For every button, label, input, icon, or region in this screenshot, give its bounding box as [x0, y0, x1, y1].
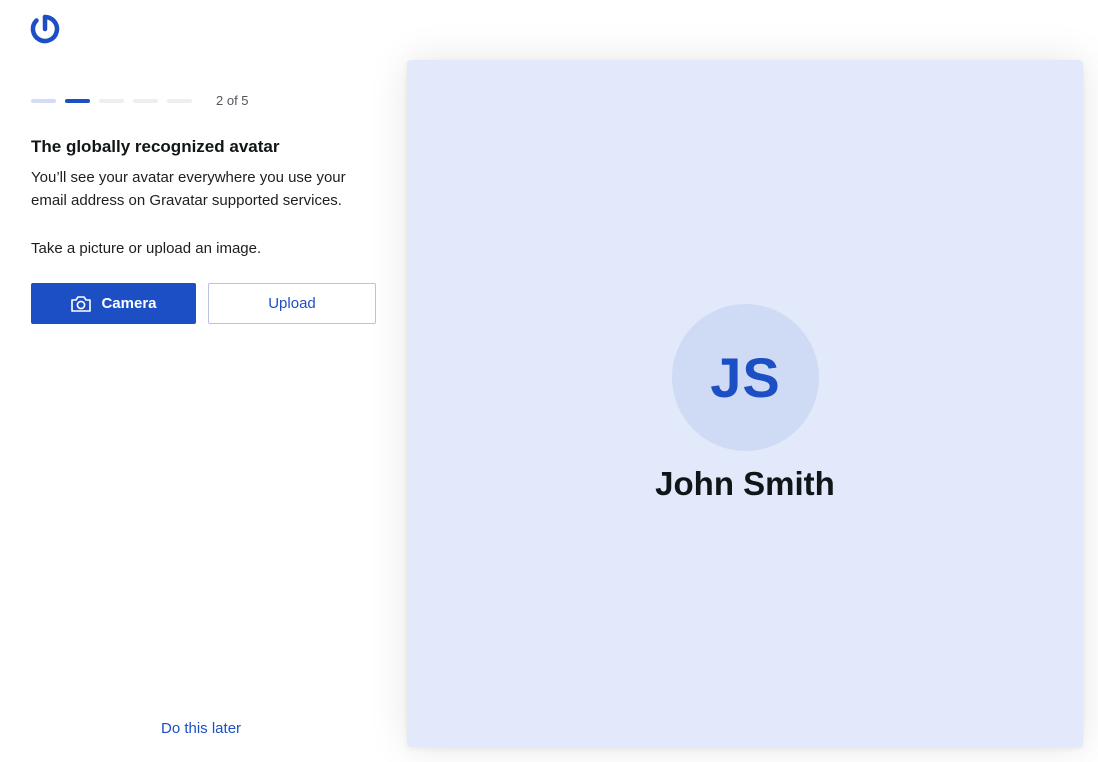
onboarding-page: 2 of 5 The globally recognized avatar Yo…: [0, 0, 1098, 762]
step-2-indicator: [65, 98, 90, 103]
avatar-preview-panel: JS John Smith: [407, 60, 1083, 747]
camera-button[interactable]: Camera: [31, 283, 196, 324]
upload-hint: Take a picture or upload an image.: [31, 240, 262, 257]
gravatar-logo-icon: [30, 14, 60, 44]
upload-button[interactable]: Upload: [208, 283, 376, 324]
do-this-later-link[interactable]: Do this later: [161, 720, 241, 737]
step-3-indicator: [99, 98, 124, 103]
progress-stepper: 2 of 5: [31, 93, 249, 108]
step-5-indicator: [167, 98, 192, 103]
page-description: You’ll see your avatar everywhere you us…: [31, 169, 346, 209]
upload-button-label: Upload: [268, 295, 316, 312]
camera-icon: [70, 295, 92, 313]
avatar: JS: [672, 304, 819, 451]
avatar-initials: JS: [710, 346, 781, 409]
page-heading: The globally recognized avatar: [31, 137, 280, 156]
camera-button-label: Camera: [101, 295, 157, 312]
display-name: John Smith: [655, 465, 835, 502]
step-4-indicator: [133, 98, 158, 103]
step-1-indicator: [31, 98, 56, 103]
step-count: 2 of 5: [216, 93, 249, 108]
